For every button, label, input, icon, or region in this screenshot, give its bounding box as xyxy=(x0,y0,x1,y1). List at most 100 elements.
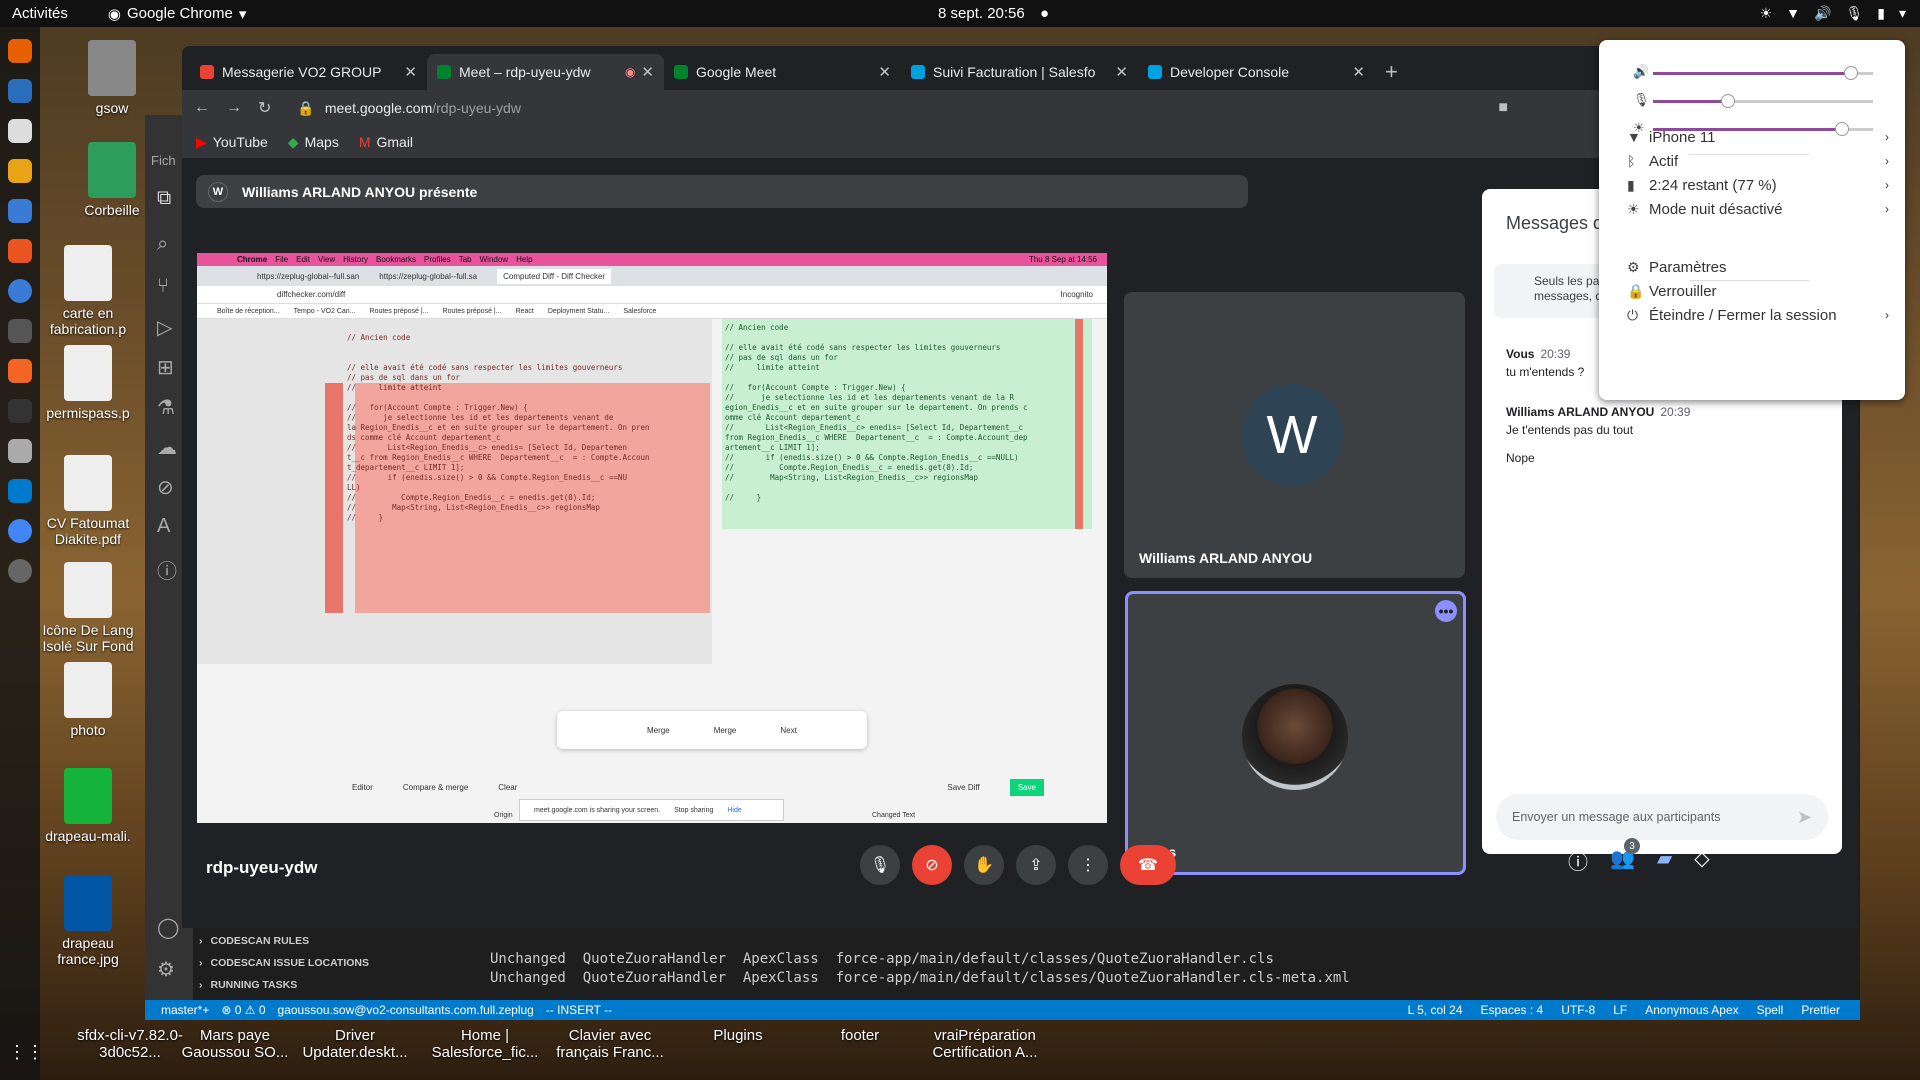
mic-slider[interactable]: 🎙 xyxy=(1633,92,1881,108)
quick-item[interactable]: ▮ 2:24 restant (77 %) › xyxy=(1627,173,1889,197)
desktop-file-label[interactable]: sfdx-cli-v7.82.0-3d0c52... xyxy=(75,1027,185,1061)
apex-icon[interactable]: A xyxy=(157,515,170,538)
app-grid-icon[interactable]: ⋮⋮ xyxy=(8,1042,44,1066)
files-icon[interactable] xyxy=(8,119,32,143)
app-menu[interactable]: ◉ Google Chrome ▾ xyxy=(108,5,247,23)
codescan-issues-section[interactable]: › CODESCAN ISSUE LOCATIONS xyxy=(193,952,473,974)
writer-icon[interactable] xyxy=(8,199,32,223)
indentation[interactable]: Espaces : 4 xyxy=(1481,1003,1544,1017)
compare-merge-button[interactable]: Compare & merge xyxy=(403,783,468,792)
activities-icon[interactable]: ◇ xyxy=(1694,846,1709,875)
timeline-icon[interactable]: ⊘ xyxy=(157,475,174,500)
rhythmbox-icon[interactable] xyxy=(8,159,32,183)
quick-item[interactable]: 🔒 Verrouiller xyxy=(1627,279,1889,303)
desktop-icon[interactable]: Icône De Lang Isolé Sur Fond xyxy=(40,562,136,654)
desktop-icon[interactable]: CV Fatoumat Diakite.pdf xyxy=(40,455,136,547)
merge-left-button[interactable]: Merge xyxy=(647,726,670,735)
save-button[interactable]: Save xyxy=(1009,778,1044,796)
editor-button[interactable]: Editor xyxy=(352,783,373,792)
camera-icon[interactable]: ■ xyxy=(1498,99,1508,117)
send-icon[interactable]: ➤ xyxy=(1797,807,1812,828)
back-icon[interactable]: ← xyxy=(194,99,210,117)
people-button[interactable]: 👥 3 xyxy=(1610,838,1640,875)
extensions-icon[interactable]: ⊞ xyxy=(157,355,174,380)
clear-button[interactable]: Clear xyxy=(498,783,517,792)
thunderbird-icon[interactable] xyxy=(8,79,32,103)
desktop-file-label[interactable]: Mars paye Gaoussou SO... xyxy=(180,1027,290,1061)
search-icon[interactable]: ⌕ xyxy=(157,233,168,256)
desktop-icon[interactable]: drapeau france.jpg xyxy=(40,875,136,967)
account-icon[interactable]: ◯ xyxy=(157,915,179,940)
desktop-file-label[interactable]: Home | Salesforce_fic... xyxy=(430,1027,540,1061)
chrome-icon[interactable] xyxy=(8,519,32,543)
participant-tile-self[interactable]: ••• Vous xyxy=(1125,591,1466,875)
quick-item[interactable]: ᛒ Actif › xyxy=(1627,149,1889,173)
activities-button[interactable]: Activités xyxy=(12,5,68,22)
camera-off-button[interactable]: ⊘ xyxy=(912,845,952,885)
sublime-icon[interactable] xyxy=(8,359,32,383)
more-options-button[interactable]: ⋮ xyxy=(1068,845,1108,885)
encoding[interactable]: UTF-8 xyxy=(1561,1003,1595,1017)
bookmark-maps[interactable]: ◆ Maps xyxy=(288,134,339,151)
present-button[interactable]: ⇪ xyxy=(1016,845,1056,885)
codescan-rules-section[interactable]: › CODESCAN RULES xyxy=(193,930,473,952)
save-diff-button[interactable]: Save Diff xyxy=(947,783,979,792)
more-options-icon[interactable]: ••• xyxy=(1435,600,1457,622)
leave-call-button[interactable]: ☎ xyxy=(1120,845,1176,885)
close-icon[interactable]: ✕ xyxy=(1352,63,1365,81)
desktop-file-label[interactable]: vraiPréparation Certification A... xyxy=(930,1027,1040,1061)
close-icon[interactable]: ✕ xyxy=(404,63,417,81)
address-bar[interactable]: 🔒 meet.google.com/rdp-uyeu-ydw xyxy=(297,100,521,117)
bookmark-gmail[interactable]: M Gmail xyxy=(359,134,413,150)
desktop-icon[interactable]: carte en fabrication.p xyxy=(40,245,136,337)
running-tasks-section[interactable]: › RUNNING TASKS xyxy=(193,974,473,996)
desktop-icon[interactable]: drapeau-mali. xyxy=(40,768,136,844)
spell-check[interactable]: Spell xyxy=(1757,1003,1784,1017)
merge-right-button[interactable]: Merge xyxy=(714,726,737,735)
next-button[interactable]: Next xyxy=(780,726,796,735)
problems-count[interactable]: ⊗ 0 ⚠ 0 xyxy=(221,1003,265,1017)
firefox-icon[interactable] xyxy=(8,39,32,63)
cloud-icon[interactable]: ☁ xyxy=(157,435,177,460)
bookmark-youtube[interactable]: ▶ YouTube xyxy=(196,134,268,151)
git-branch[interactable]: master*+ xyxy=(161,1003,209,1017)
chat-input[interactable]: Envoyer un message aux participants ➤ xyxy=(1496,794,1828,840)
terminal-icon[interactable] xyxy=(8,399,32,423)
quick-item[interactable]: ▼ iPhone 11 › xyxy=(1627,125,1889,149)
org-alias[interactable]: gaoussou.sow@vo2-consultants.com.full.ze… xyxy=(278,1003,534,1017)
info-icon[interactable]: ⓘ xyxy=(157,555,177,584)
terminal-output[interactable]: Unchanged QuoteZuoraHandler ApexClass fo… xyxy=(490,950,1350,988)
system-tray[interactable]: ☀ ▼ 🔊 🎙 ▮ ▾ xyxy=(1760,5,1906,22)
close-icon[interactable]: ✕ xyxy=(641,63,654,81)
desktop-icon[interactable]: photo xyxy=(40,662,136,738)
source-control-icon[interactable]: ⑂ xyxy=(157,275,169,298)
tab-messagerie[interactable]: Messagerie VO2 GROUP ✕ xyxy=(190,54,427,90)
quick-item[interactable]: ⚙ Paramètres xyxy=(1627,255,1889,279)
explorer-icon[interactable]: ⧉ xyxy=(157,187,171,210)
disc-icon[interactable] xyxy=(8,559,32,583)
run-icon[interactable]: ▷ xyxy=(157,315,172,340)
new-tab-button[interactable]: + xyxy=(1385,54,1398,90)
mic-button[interactable]: 🎙 xyxy=(860,845,900,885)
stop-sharing-button[interactable]: Stop sharing xyxy=(674,807,713,814)
desktop-icon[interactable]: permispass.p xyxy=(40,345,136,421)
clock[interactable]: 8 sept. 20:56 xyxy=(938,5,1025,22)
eol[interactable]: LF xyxy=(1613,1003,1627,1017)
info-icon[interactable]: ⓘ xyxy=(1568,846,1588,875)
settings-gear-icon[interactable]: ⚙ xyxy=(157,957,175,982)
desktop-file-label[interactable]: Driver Updater.deskt... xyxy=(300,1027,410,1061)
prettier-status[interactable]: Prettier xyxy=(1801,1003,1840,1017)
usb-icon[interactable] xyxy=(8,439,32,463)
hide-button[interactable]: Hide xyxy=(727,807,741,814)
software-icon[interactable] xyxy=(8,239,32,263)
tab-suivi-facturation[interactable]: Suivi Facturation | Salesfo ✕ xyxy=(901,54,1138,90)
desktop-file-label[interactable]: Plugins xyxy=(683,1027,793,1044)
help-icon[interactable] xyxy=(8,279,32,303)
vscode-icon[interactable] xyxy=(8,479,32,503)
volume-slider[interactable]: 🔊 xyxy=(1633,64,1881,80)
cursor-position[interactable]: L 5, col 24 xyxy=(1408,1003,1463,1017)
desktop-file-label[interactable]: Clavier avec français Franc... xyxy=(555,1027,665,1061)
quick-item[interactable]: ⏻ Éteindre / Fermer la session › xyxy=(1627,303,1889,327)
quick-item[interactable]: ☀ Mode nuit désactivé › xyxy=(1627,197,1889,221)
close-icon[interactable]: ✕ xyxy=(878,63,891,81)
